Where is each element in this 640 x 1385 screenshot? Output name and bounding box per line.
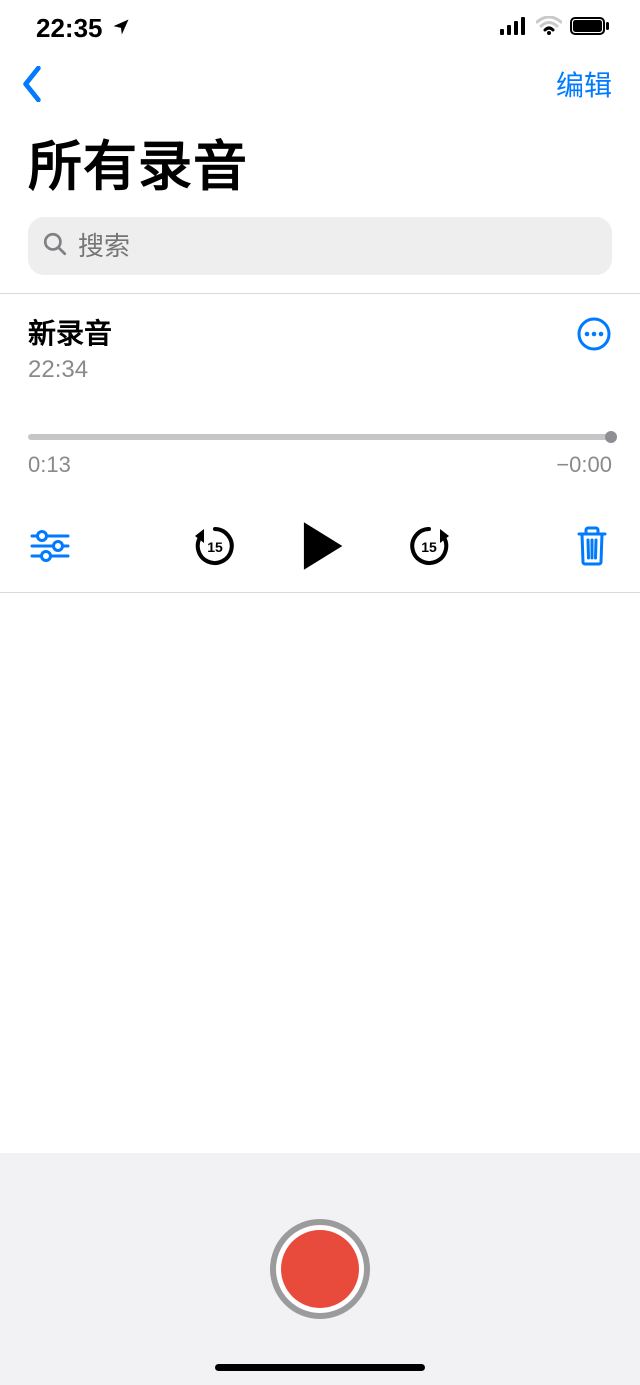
record-toolbar — [0, 1153, 640, 1385]
scrubber-knob[interactable] — [605, 431, 617, 443]
search-icon — [42, 231, 68, 262]
divider — [0, 592, 640, 593]
options-sliders-button[interactable] — [30, 529, 70, 563]
elapsed-time: 0:13 — [28, 452, 71, 478]
status-time-group: 22:35 — [36, 13, 131, 44]
play-button[interactable] — [298, 520, 346, 572]
search-input[interactable] — [78, 231, 598, 262]
recording-item: 新录音 22:34 0:13 −0:00 — [0, 294, 640, 592]
svg-text:15: 15 — [421, 539, 437, 555]
home-indicator[interactable] — [215, 1364, 425, 1371]
title-area: 所有录音 — [0, 112, 640, 217]
playback-scrubber[interactable] — [28, 434, 612, 440]
remaining-time: −0:00 — [556, 452, 612, 478]
record-button[interactable] — [270, 1219, 370, 1319]
location-icon — [111, 13, 131, 44]
cellular-icon — [500, 17, 528, 40]
scrubber-area: 0:13 −0:00 — [28, 434, 612, 478]
status-bar: 22:35 — [0, 0, 640, 56]
delete-button[interactable] — [574, 525, 610, 567]
forward-15-button[interactable]: 15 — [406, 523, 452, 569]
svg-text:15: 15 — [207, 539, 223, 555]
wifi-icon — [536, 16, 562, 41]
rewind-15-button[interactable]: 15 — [192, 523, 238, 569]
status-indicators — [500, 16, 610, 41]
record-button-inner — [281, 1230, 359, 1308]
recording-title: 新录音 — [28, 312, 112, 352]
page-title: 所有录音 — [28, 122, 612, 201]
battery-icon — [570, 17, 610, 40]
back-button[interactable] — [20, 66, 44, 102]
edit-button[interactable]: 编辑 — [556, 64, 612, 104]
status-time: 22:35 — [36, 13, 103, 44]
recording-timestamp: 22:34 — [28, 356, 112, 384]
more-options-button[interactable] — [576, 316, 612, 352]
search-field[interactable] — [28, 217, 612, 275]
nav-bar: 编辑 — [0, 56, 640, 112]
search-wrap — [0, 217, 640, 293]
playback-controls: 15 15 — [28, 520, 612, 572]
